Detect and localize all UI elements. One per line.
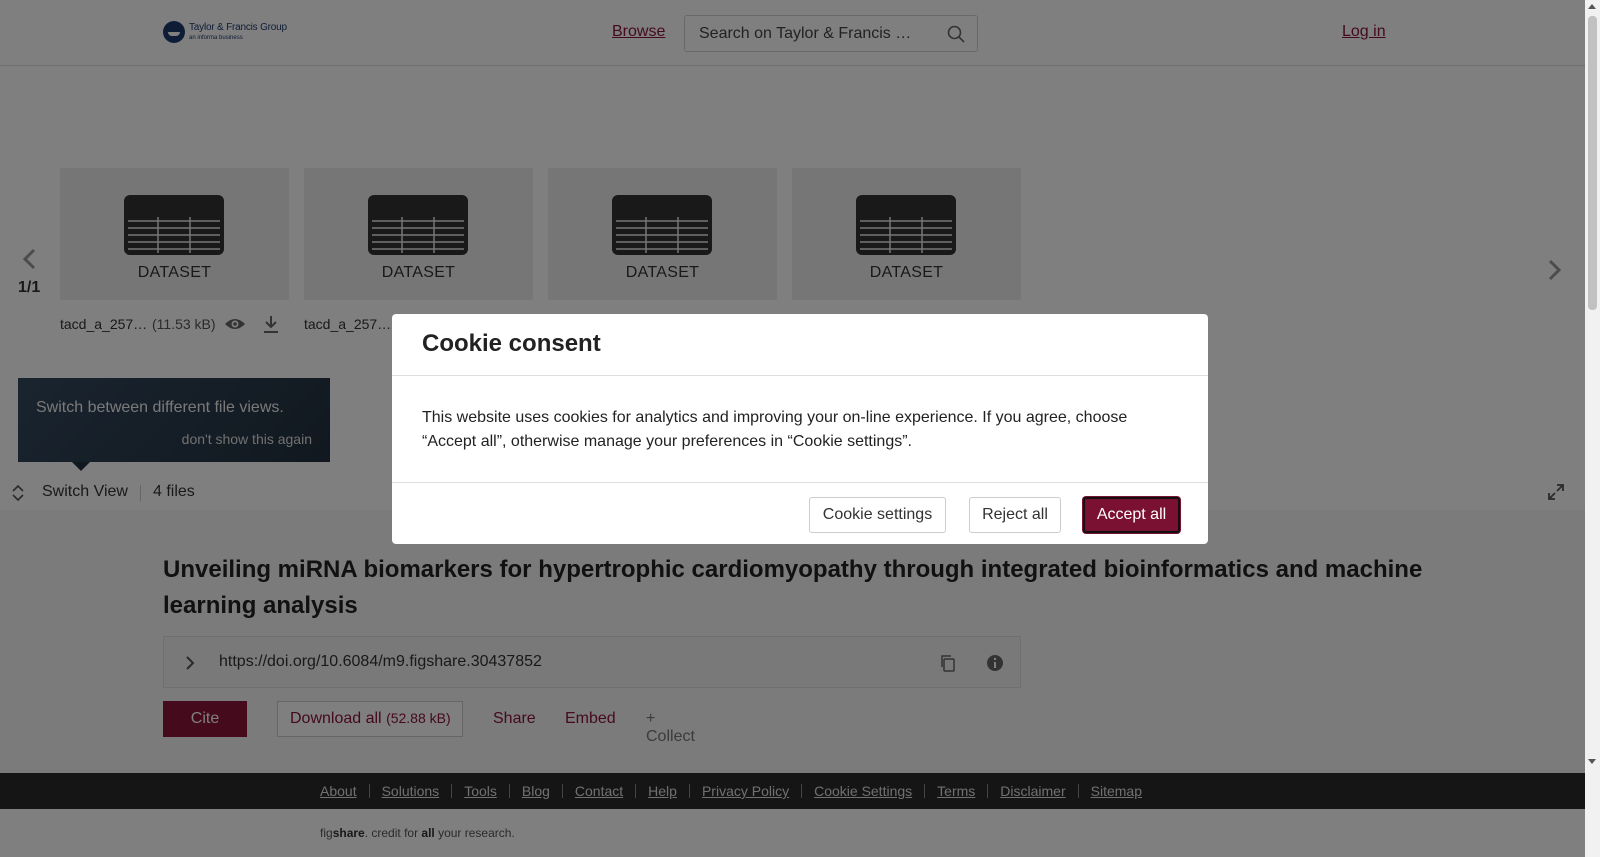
page: Taylor & Francis Group an informa busine… (0, 0, 1585, 857)
page-scrollbar[interactable] (1585, 0, 1600, 857)
accept-all-button[interactable]: Accept all (1083, 497, 1180, 533)
dialog-body: This website uses cookies for analytics … (422, 409, 1128, 450)
reject-all-button[interactable]: Reject all (969, 497, 1061, 533)
dialog-title: Cookie consent (422, 330, 601, 357)
divider (392, 482, 1208, 483)
scroll-up-arrow-icon[interactable] (1588, 4, 1596, 9)
cookie-consent-dialog: Cookie consent This website uses cookies… (392, 314, 1208, 544)
scroll-down-arrow-icon[interactable] (1588, 759, 1596, 764)
scroll-thumb[interactable] (1588, 16, 1597, 310)
divider (392, 375, 1208, 376)
cookie-settings-button[interactable]: Cookie settings (809, 497, 946, 533)
